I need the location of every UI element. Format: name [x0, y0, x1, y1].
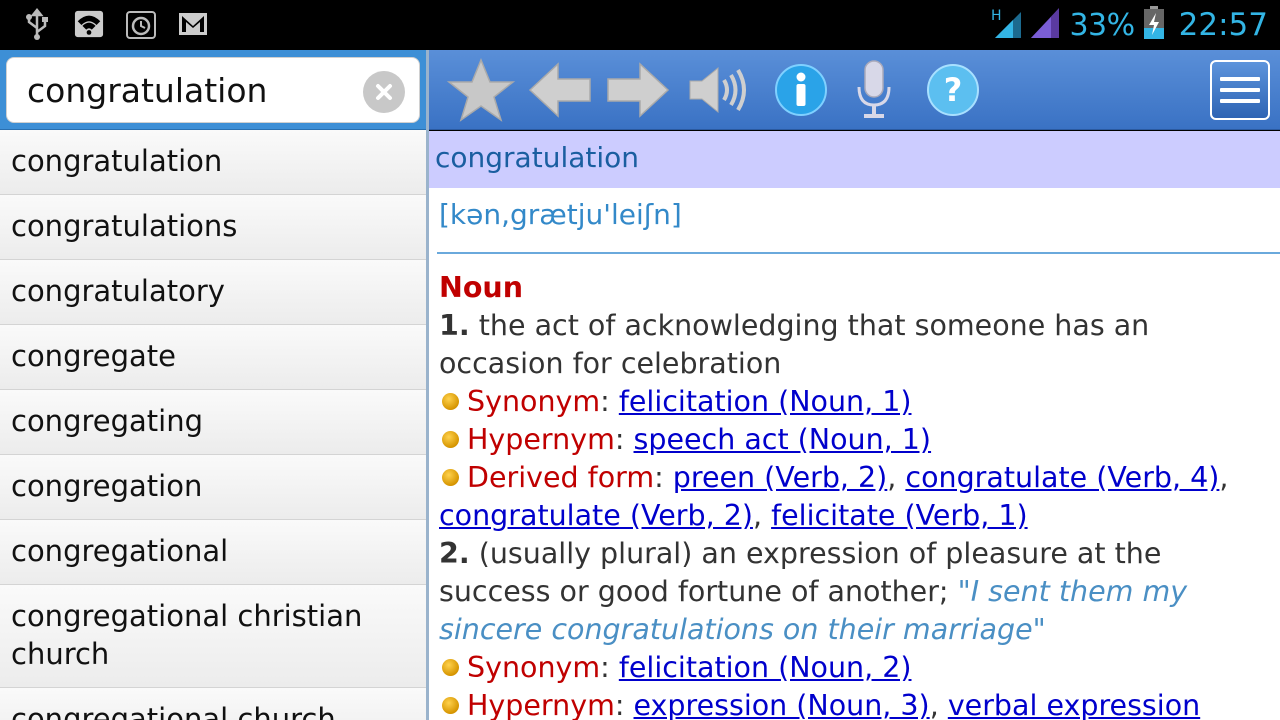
list-item[interactable]: congratulations — [0, 195, 428, 260]
signal-icon: H — [991, 6, 1061, 44]
help-icon[interactable]: ? — [923, 56, 983, 124]
word-link[interactable]: expression (Noun, 3) — [634, 689, 930, 720]
word-link[interactable]: felicitation (Noun, 2) — [619, 651, 912, 684]
menu-icon[interactable] — [1210, 60, 1270, 120]
usb-icon — [22, 8, 52, 40]
derived-row: Derived form: preen (Verb, 2), congratul… — [439, 461, 1229, 532]
list-item[interactable]: congregational christian church — [0, 585, 428, 688]
forward-arrow-icon[interactable] — [605, 56, 671, 124]
bullet-icon — [442, 659, 459, 676]
word-link[interactable]: preen (Verb, 2) — [673, 461, 888, 494]
definition-pane: congratulation [kən,grætju'leiʃn] Noun 1… — [429, 131, 1280, 720]
gmail-icon — [178, 8, 208, 40]
word-link[interactable]: verbal expression — [948, 689, 1200, 720]
svg-text:?: ? — [944, 71, 963, 109]
bullet-icon — [442, 469, 459, 486]
search-input[interactable] — [27, 68, 357, 112]
list-item[interactable]: congregating — [0, 390, 428, 455]
synonym-row: Synonym: felicitation (Noun, 1) — [439, 383, 1280, 421]
list-item[interactable]: congregational church — [0, 688, 428, 720]
sense-number: 1. — [439, 309, 470, 342]
headword: congratulation — [429, 131, 1280, 188]
word-link[interactable]: speech act (Noun, 1) — [634, 423, 932, 456]
word-list: congratulation congratulations congratul… — [0, 130, 428, 720]
pronunciation: [kən,grætju'leiʃn] — [439, 198, 682, 231]
bullet-icon — [442, 431, 459, 448]
bullet-icon — [442, 697, 459, 714]
bullet-icon — [442, 393, 459, 410]
info-icon[interactable] — [771, 56, 831, 124]
clear-icon[interactable] — [363, 71, 405, 113]
wifi-icon — [74, 8, 104, 40]
word-link[interactable]: felicitate (Verb, 1) — [771, 499, 1028, 532]
relation-label: Hypernym — [467, 689, 615, 720]
toolbar: ? — [429, 50, 1280, 130]
sense-number: 2. — [439, 537, 470, 570]
clock: 22:57 — [1178, 7, 1268, 43]
sense-1: 1. the act of acknowledging that someone… — [439, 307, 1280, 383]
relation-label: Synonym — [467, 385, 601, 418]
definition-body: Noun 1. the act of acknowledging that so… — [439, 269, 1280, 720]
battery-percent: 33% — [1069, 7, 1135, 43]
hypernym-row: Hypernym: expression (Noun, 3), verbal e… — [439, 687, 1280, 720]
sense-2: 2. (usually plural) an expression of ple… — [439, 535, 1280, 649]
back-arrow-icon[interactable] — [527, 56, 593, 124]
speaker-icon[interactable] — [685, 56, 751, 124]
part-of-speech: Noun — [439, 271, 524, 304]
word-link[interactable]: felicitation (Noun, 1) — [619, 385, 912, 418]
search-bar — [0, 50, 428, 130]
list-item[interactable]: congratulatory — [0, 260, 428, 325]
alarm-icon — [126, 8, 156, 40]
status-bar: H 33% 22:57 — [0, 0, 1280, 50]
relation-label: Synonym — [467, 651, 601, 684]
list-item[interactable]: congratulation — [0, 130, 428, 195]
search-box — [6, 57, 420, 123]
hypernym-row: Hypernym: speech act (Noun, 1) — [439, 421, 1280, 459]
list-item[interactable]: congregate — [0, 325, 428, 390]
sense-definition: the act of acknowledging that someone ha… — [439, 309, 1150, 380]
divider-line — [437, 252, 1280, 254]
word-link[interactable]: congratulate (Verb, 2) — [439, 499, 753, 532]
star-icon[interactable] — [445, 56, 517, 124]
microphone-icon[interactable] — [849, 56, 899, 124]
word-link[interactable]: congratulate (Verb, 4) — [905, 461, 1219, 494]
svg-text:H: H — [991, 8, 1002, 24]
relation-label: Hypernym — [467, 423, 615, 456]
list-item[interactable]: congregation — [0, 455, 428, 520]
battery-charging-icon — [1143, 6, 1165, 44]
list-item[interactable]: congregational — [0, 520, 428, 585]
relation-label: Derived form — [467, 461, 655, 494]
synonym-row: Synonym: felicitation (Noun, 2) — [439, 649, 1280, 687]
word-list-panel: congratulation congratulations congratul… — [0, 50, 428, 720]
